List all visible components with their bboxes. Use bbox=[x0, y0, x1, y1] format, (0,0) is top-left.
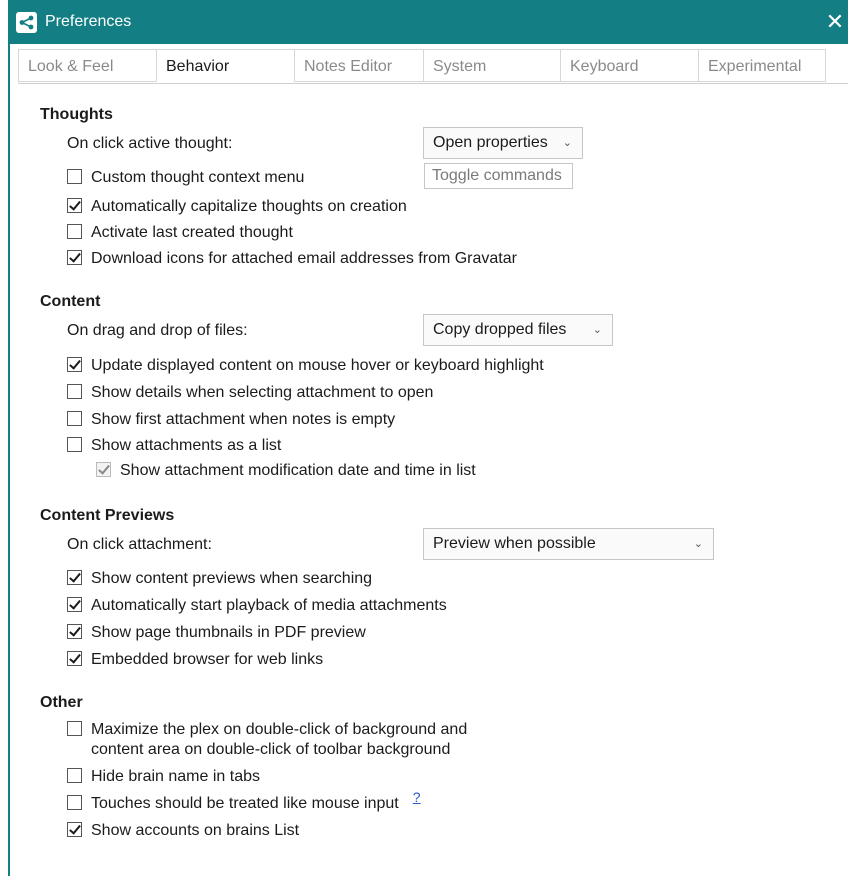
checkbox-label: Update displayed content on mouse hover … bbox=[91, 357, 544, 374]
on-click-thought-label: On click active thought: bbox=[67, 135, 233, 152]
section-title-content-previews: Content Previews bbox=[40, 507, 175, 524]
hide-brain-name-checkbox[interactable]: Hide brain name in tabs bbox=[67, 767, 260, 787]
checkbox-label: Automatically start playback of media at… bbox=[91, 597, 447, 614]
checkbox-label: Show page thumbnails in PDF preview bbox=[91, 624, 366, 641]
drag-drop-select[interactable]: Copy dropped files ⌄ bbox=[423, 314, 613, 346]
previews-searching-checkbox[interactable]: Show content previews when searching bbox=[67, 569, 372, 589]
select-value: Open properties bbox=[433, 134, 548, 151]
checkbox-label: Show content previews when searching bbox=[91, 570, 373, 587]
checkbox[interactable] bbox=[67, 437, 82, 452]
activate-last-checkbox[interactable]: Activate last created thought bbox=[67, 223, 293, 243]
tab-bar: Look & Feel Behavior Notes Editor System… bbox=[18, 49, 848, 84]
checkbox[interactable] bbox=[67, 822, 82, 837]
on-click-attachment-select[interactable]: Preview when possible ⌄ bbox=[423, 528, 714, 560]
window-title: Preferences bbox=[45, 13, 132, 30]
chevron-down-icon: ⌄ bbox=[592, 324, 602, 336]
checkbox-label: Embedded browser for web links bbox=[91, 651, 324, 668]
chevron-down-icon: ⌄ bbox=[562, 137, 572, 149]
checkbox-label: Hide brain name in tabs bbox=[91, 768, 260, 785]
checkbox[interactable] bbox=[67, 795, 82, 810]
tab-notes-editor[interactable]: Notes Editor bbox=[294, 49, 423, 82]
maximize-plex-checkbox[interactable]: Maximize the plex on double-click of bac… bbox=[67, 720, 467, 760]
help-link[interactable]: ? bbox=[413, 790, 421, 804]
section-title-thoughts: Thoughts bbox=[40, 106, 113, 123]
checkbox-label: Show attachment modification date and ti… bbox=[120, 462, 476, 479]
behavior-panel: Thoughts On click active thought: Open p… bbox=[0, 84, 848, 876]
checkbox-label: Show first attachment when notes is empt… bbox=[91, 411, 396, 428]
checkbox[interactable] bbox=[67, 224, 82, 239]
checkbox-label: Custom thought context menu bbox=[91, 169, 305, 186]
tab-behavior[interactable]: Behavior bbox=[156, 49, 294, 82]
checkbox[interactable] bbox=[67, 768, 82, 783]
checkbox-label: Show accounts on brains List bbox=[91, 822, 300, 839]
checkbox[interactable] bbox=[67, 169, 82, 184]
checkbox-label: Maximize the plex on double-click of bac… bbox=[91, 720, 467, 760]
checkbox[interactable] bbox=[67, 384, 82, 399]
custom-context-menu-checkbox[interactable]: Custom thought context menu bbox=[67, 168, 304, 188]
modification-date-checkbox: Show attachment modification date and ti… bbox=[96, 461, 476, 481]
on-click-thought-select[interactable]: Open properties ⌄ bbox=[423, 127, 583, 159]
section-title-content: Content bbox=[40, 293, 101, 310]
pdf-thumbnails-checkbox[interactable]: Show page thumbnails in PDF preview bbox=[67, 623, 366, 643]
gravatar-checkbox[interactable]: Download icons for attached email addres… bbox=[67, 249, 517, 269]
close-icon[interactable]: ✕ bbox=[822, 0, 848, 44]
title-bar: Preferences ✕ bbox=[8, 0, 848, 44]
select-value: Preview when possible bbox=[433, 535, 596, 552]
section-title-other: Other bbox=[40, 694, 83, 711]
update-on-hover-checkbox[interactable]: Update displayed content on mouse hover … bbox=[67, 356, 544, 376]
toggle-commands-button[interactable]: Toggle commands bbox=[424, 163, 573, 189]
checkbox[interactable] bbox=[67, 651, 82, 666]
checkbox[interactable] bbox=[67, 597, 82, 612]
tab-keyboard[interactable]: Keyboard bbox=[560, 49, 698, 82]
checkbox-label: Activate last created thought bbox=[91, 224, 293, 241]
first-attachment-checkbox[interactable]: Show first attachment when notes is empt… bbox=[67, 410, 395, 430]
autoplay-media-checkbox[interactable]: Automatically start playback of media at… bbox=[67, 596, 447, 616]
chevron-down-icon: ⌄ bbox=[693, 538, 703, 550]
tab-look-and-feel[interactable]: Look & Feel bbox=[18, 49, 156, 82]
touch-as-mouse-checkbox[interactable]: Touches should be treated like mouse inp… bbox=[67, 790, 421, 814]
checkbox[interactable] bbox=[67, 721, 82, 736]
show-accounts-checkbox[interactable]: Show accounts on brains List bbox=[67, 821, 299, 841]
on-click-attachment-label: On click attachment: bbox=[67, 536, 212, 553]
select-value: Copy dropped files bbox=[433, 321, 567, 338]
show-details-checkbox[interactable]: Show details when selecting attachment t… bbox=[67, 383, 433, 403]
checkbox-label-line-1: Maximize the plex on double-click of bac… bbox=[91, 721, 468, 738]
tab-experimental[interactable]: Experimental bbox=[698, 49, 826, 82]
attachments-list-checkbox[interactable]: Show attachments as a list bbox=[67, 436, 281, 456]
plex-app-icon bbox=[16, 11, 37, 33]
checkbox bbox=[96, 462, 111, 477]
checkbox-label: Show attachments as a list bbox=[91, 437, 282, 454]
checkbox-label: Show details when selecting attachment t… bbox=[91, 384, 434, 401]
embedded-browser-checkbox[interactable]: Embedded browser for web links bbox=[67, 650, 323, 670]
checkbox-label: Automatically capitalize thoughts on cre… bbox=[91, 198, 407, 215]
checkbox[interactable] bbox=[67, 250, 82, 265]
drag-drop-label: On drag and drop of files: bbox=[67, 322, 248, 339]
checkbox[interactable] bbox=[67, 624, 82, 639]
checkbox-label: Touches should be treated like mouse inp… bbox=[91, 795, 399, 812]
capitalize-checkbox[interactable]: Automatically capitalize thoughts on cre… bbox=[67, 197, 407, 217]
checkbox[interactable] bbox=[67, 357, 82, 372]
checkbox[interactable] bbox=[67, 198, 82, 213]
checkbox-label: Download icons for attached email addres… bbox=[91, 250, 517, 267]
checkbox[interactable] bbox=[67, 570, 82, 585]
checkbox[interactable] bbox=[67, 411, 82, 426]
checkbox-label-line-2: content area on double-click of toolbar … bbox=[91, 741, 451, 758]
tab-system[interactable]: System bbox=[423, 49, 560, 82]
